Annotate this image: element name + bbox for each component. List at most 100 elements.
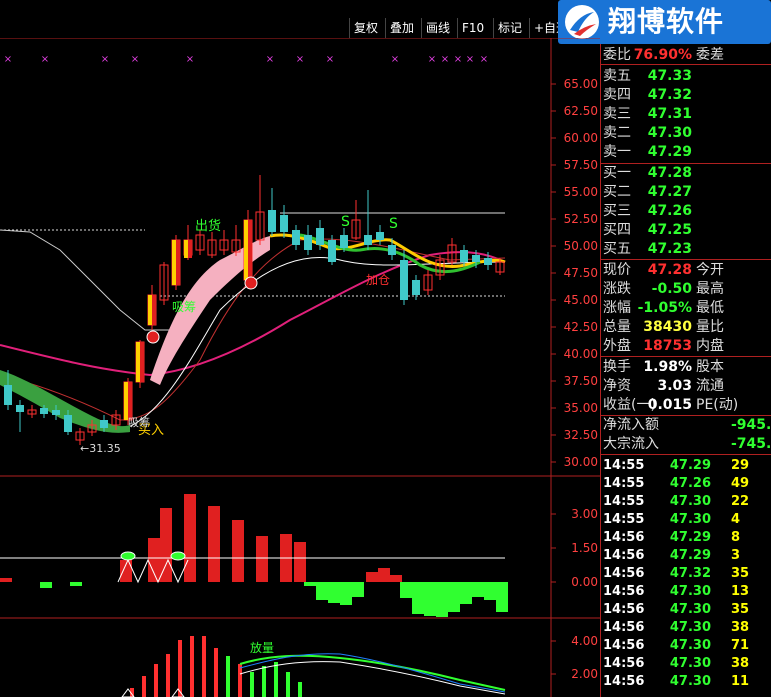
kline-chart[interactable]: 65.00 62.50 60.00 57.50 55.00 52.50 50.00 47.50… — [0, 38, 600, 697]
tick-volume: 35 — [731, 602, 750, 617]
candle-body — [472, 255, 480, 262]
quote-row: 买三 47.26 — [603, 202, 771, 220]
macd-bar — [436, 582, 448, 617]
macd-axis-label: 0.00 — [571, 575, 598, 589]
macd-bar — [412, 582, 424, 614]
candle-body — [376, 232, 384, 240]
quote-label: 涨幅 — [603, 300, 631, 316]
macd-bar — [208, 506, 220, 582]
tick-row: 14:56 47.29 3 — [603, 547, 771, 565]
tick-volume: 22 — [731, 494, 750, 509]
quote-value: 47.25 — [647, 222, 692, 238]
macd-bar — [304, 582, 316, 586]
macd-axis-label: 1.50 — [571, 541, 598, 555]
quote-extra-label: PE(动) — [696, 397, 739, 413]
tick-time: 14:56 — [603, 566, 645, 581]
toolbar-button-4[interactable]: 标记 — [493, 18, 529, 38]
ma-line-gray — [0, 229, 191, 331]
quote-row: 卖三 47.31 — [603, 105, 771, 123]
quote-row: 净资 3.03 流通 — [603, 377, 771, 395]
candle-body — [460, 250, 468, 262]
tick-price: 47.30 — [669, 584, 711, 599]
toolbar-button-3[interactable]: F10 — [457, 18, 493, 38]
volume-bar — [214, 648, 218, 697]
quote-label: 卖二 — [603, 125, 631, 141]
toolbar-button-1[interactable]: 叠加 — [385, 18, 421, 38]
signal-candle-highlight — [136, 342, 140, 382]
quote-row: 涨跌 -0.50 最高 — [603, 280, 771, 298]
signal-candle-highlight — [128, 382, 132, 420]
tick-volume: 13 — [731, 584, 750, 599]
tick-price: 47.30 — [669, 602, 711, 617]
tick-time: 14:56 — [603, 620, 645, 635]
flow-value: -745.4 — [731, 436, 771, 452]
macd-bar — [148, 538, 160, 582]
marker-x: × — [186, 54, 194, 65]
flow-value: -945.0 — [731, 417, 771, 433]
quote-value: 0.015 — [647, 397, 692, 413]
quote-label: 总量 — [603, 319, 631, 335]
candle-body — [484, 258, 492, 265]
toolbar-button-0[interactable]: 复权 — [349, 18, 385, 38]
quote-value: 47.23 — [647, 241, 692, 257]
marker-x: × — [326, 54, 334, 65]
quote-label: 卖四 — [603, 87, 631, 103]
tick-price: 47.30 — [669, 620, 711, 635]
quote-panel: 委比 76.90% 委差 卖五 47.33 卖四 47.32 卖三 47.31 卖二 47.30 卖一… — [600, 44, 771, 697]
tick-volume: 3 — [731, 548, 741, 563]
flow-row: 净流入额 -945.0 — [603, 416, 771, 434]
tick-price: 47.30 — [669, 512, 711, 527]
marker-x: × — [454, 54, 462, 65]
macd-bar — [460, 582, 472, 604]
tick-volume: 38 — [731, 656, 750, 671]
tick-volume: 35 — [731, 566, 750, 581]
quote-row: 卖四 47.32 — [603, 86, 771, 104]
tick-volume: 4 — [731, 512, 741, 527]
tick-volume: 11 — [731, 674, 750, 689]
macd-bar — [0, 578, 12, 582]
tick-time: 14:55 — [603, 458, 645, 473]
quote-row: 外盘 18753 内盘 — [603, 337, 771, 355]
quote-row: 买一 47.28 — [603, 164, 771, 182]
tick-price: 47.32 — [669, 566, 711, 581]
tick-time: 14:56 — [603, 530, 645, 545]
quote-row: 买四 47.25 — [603, 221, 771, 239]
candle-body — [280, 215, 288, 232]
tick-price: 47.30 — [669, 674, 711, 689]
candle-body — [16, 405, 24, 412]
quote-label: 买五 — [603, 241, 631, 257]
quote-row: 买二 47.27 — [603, 183, 771, 201]
tick-time: 14:55 — [603, 494, 645, 509]
tick-volume: 29 — [731, 458, 750, 473]
candle-body — [292, 230, 300, 245]
price-axis-label: 30.00 — [564, 455, 598, 469]
quote-value: 47.32 — [647, 87, 692, 103]
vol-ma-blue — [239, 653, 506, 693]
tick-volume: 38 — [731, 620, 750, 635]
quote-row: 现价 47.28 今开 — [603, 261, 771, 279]
tick-price: 47.29 — [669, 530, 711, 545]
macd-bar — [294, 542, 306, 582]
quote-extra-label: 股本 — [696, 359, 724, 375]
tick-price: 47.30 — [669, 494, 711, 509]
macd-bar — [232, 520, 244, 582]
quote-value: 1.98% — [643, 359, 692, 375]
marker-x: × — [466, 54, 474, 65]
quote-label: 卖一 — [603, 144, 631, 160]
brand-name: 翔博软件 — [608, 5, 725, 38]
quote-value: 47.31 — [647, 106, 692, 122]
panel-divider — [601, 356, 771, 357]
volume-bar — [238, 664, 242, 697]
volume-bar — [286, 672, 290, 697]
quote-label: 买三 — [603, 203, 631, 219]
toolbar-button-2[interactable]: 画线 — [421, 18, 457, 38]
price-axis-label: 60.00 — [564, 131, 598, 145]
price-axis-label: 37.50 — [564, 374, 598, 388]
quote-label: 现价 — [603, 262, 631, 278]
tick-row: 14:55 47.29 29 — [603, 457, 771, 475]
candle-body — [316, 228, 324, 245]
signal-dot-icon — [244, 276, 258, 290]
volume-bar — [142, 676, 146, 697]
candle-body — [268, 210, 276, 232]
signal-dot-icon — [146, 330, 160, 344]
